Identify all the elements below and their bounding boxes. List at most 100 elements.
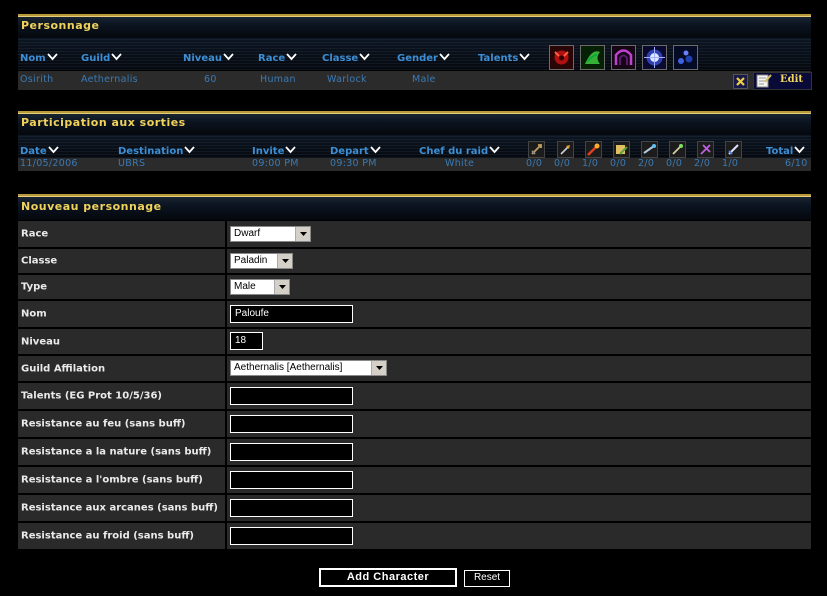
niveau-cell: 18 <box>227 329 811 354</box>
feu-input[interactable] <box>230 415 353 433</box>
talents-label-text: Talents (EG Prot 10/5/36) <box>21 390 162 402</box>
race-select[interactable]: Dwarf <box>230 226 311 242</box>
guild-select[interactable]: Aethernalis [Aethernalis] <box>230 360 387 376</box>
feu-label-text: Resistance au feu (sans buff) <box>21 418 186 430</box>
col-classe[interactable]: Classe <box>322 51 370 64</box>
sortie-depart: 09:30 PM <box>330 158 377 169</box>
personnage-title: Personnage <box>21 19 100 32</box>
sorties-row[interactable]: 11/05/2006 UBRS 09:00 PM 09:30 PM White … <box>18 158 811 171</box>
col-talents-label: Talents <box>478 53 519 64</box>
col-chef-label: Chef du raid <box>419 146 489 157</box>
nom-input[interactable]: Paloufe <box>230 305 353 323</box>
shadow-talent-icon[interactable] <box>673 45 698 70</box>
sortie-invite: 09:00 PM <box>252 158 299 169</box>
feu-row: Resistance au feu (sans buff) <box>18 411 811 437</box>
col-gender-label: Gender <box>397 53 438 64</box>
delete-button[interactable] <box>733 74 748 89</box>
type-select-value: Male <box>234 281 256 292</box>
arcanes-cell <box>227 495 811 521</box>
edit-button[interactable]: Edit <box>753 72 812 90</box>
chevron-down-icon <box>370 144 381 155</box>
chevron-down-icon <box>439 51 450 62</box>
chevron-down-icon <box>47 51 58 62</box>
col-race[interactable]: Race <box>258 51 297 64</box>
guild-label-text: Guild Affilation <box>21 363 106 374</box>
col-date-label: Date <box>20 146 47 157</box>
reset-label: Reset <box>473 572 501 583</box>
col-chef[interactable]: Chef du raid <box>419 144 500 157</box>
personnage-panel: Personnage Nom Guild Niveau Race Classe … <box>18 14 812 92</box>
niveau-input-value: 18 <box>235 335 247 346</box>
hunter-icon <box>613 141 630 158</box>
chevron-down-icon <box>184 144 195 155</box>
col-depart[interactable]: Depart <box>330 144 381 157</box>
dropdown-arrow-icon <box>274 280 289 294</box>
chevron-down-icon <box>519 51 530 62</box>
sorties-header: Participation aux sorties <box>18 111 811 135</box>
col-nom[interactable]: Nom <box>20 51 58 64</box>
demon-talent-icon[interactable] <box>549 45 574 70</box>
col-guild[interactable]: Guild <box>81 51 122 64</box>
demonology-talent-icon[interactable] <box>611 45 636 70</box>
nature-row: Resistance a la nature (sans buff) <box>18 439 811 465</box>
nature-cell <box>227 439 811 465</box>
ombre-input[interactable] <box>230 471 353 489</box>
affliction-talent-icon[interactable] <box>580 45 605 70</box>
sorties-panel: Participation aux sorties Date Destinati… <box>18 111 811 175</box>
froid-label-text: Resistance au froid (sans buff) <box>21 530 194 542</box>
col-invite[interactable]: Invite <box>252 144 296 157</box>
col-date[interactable]: Date <box>20 144 59 157</box>
froid-label: Resistance au froid (sans buff) <box>18 523 225 549</box>
sorties-title: Participation aux sorties <box>21 116 186 129</box>
count-mage: 1/0 <box>582 158 599 169</box>
row-race: Human <box>260 74 296 85</box>
dropdown-arrow-icon <box>371 361 386 375</box>
col-total[interactable]: Total <box>766 144 805 157</box>
dropdown-arrow-icon <box>277 254 292 268</box>
ombre-label-text: Resistance a l'ombre (sans buff) <box>21 474 203 486</box>
col-destination[interactable]: Destination <box>118 144 195 157</box>
count-druid: 0/0 <box>666 158 683 169</box>
edit-icon <box>756 74 772 88</box>
col-gender[interactable]: Gender <box>397 51 450 64</box>
nature-input[interactable] <box>230 443 353 461</box>
col-invite-label: Invite <box>252 146 285 157</box>
col-total-label: Total <box>766 146 794 157</box>
classe-select[interactable]: Paladin <box>230 253 293 269</box>
arcane-talent-icon[interactable] <box>642 45 667 70</box>
edit-label: Edit <box>780 74 804 85</box>
row-guild: Aethernalis <box>81 74 138 85</box>
talents-input[interactable] <box>230 387 353 405</box>
nature-label-text: Resistance a la nature (sans buff) <box>21 446 212 458</box>
add-character-button[interactable]: Add Character <box>319 568 457 587</box>
col-classe-label: Classe <box>322 53 359 64</box>
niveau-input[interactable]: 18 <box>230 332 263 350</box>
druid-icon <box>669 141 686 158</box>
type-cell: Male <box>227 275 811 299</box>
col-race-label: Race <box>258 53 286 64</box>
classe-label-text: Classe <box>21 255 58 267</box>
col-niveau-label: Niveau <box>183 53 222 64</box>
chevron-down-icon <box>489 144 500 155</box>
reset-button[interactable]: Reset <box>464 570 510 587</box>
row-nom[interactable]: Osirith <box>20 74 53 85</box>
race-label: Race <box>18 221 225 247</box>
paladin-icon <box>725 141 742 158</box>
chevron-down-icon <box>359 51 370 62</box>
race-select-value: Dwarf <box>234 228 261 239</box>
froid-input[interactable] <box>230 527 353 545</box>
col-talents[interactable]: Talents <box>478 51 530 64</box>
sortie-destination: UBRS <box>118 158 146 169</box>
col-niveau[interactable]: Niveau <box>183 51 234 64</box>
count-paladin: 1/0 <box>722 158 739 169</box>
talents-cell <box>227 383 811 409</box>
guild-cell: Aethernalis [Aethernalis] <box>227 356 811 381</box>
personnage-row[interactable]: Osirith Aethernalis 60 Human Warlock Mal… <box>18 71 812 90</box>
ombre-label: Resistance a l'ombre (sans buff) <box>18 467 225 493</box>
niveau-label: Niveau <box>18 329 225 354</box>
nom-input-value: Paloufe <box>235 308 269 319</box>
nom-label: Nom <box>18 301 225 327</box>
arcanes-input[interactable] <box>230 499 353 517</box>
chevron-down-icon <box>223 51 234 62</box>
type-select[interactable]: Male <box>230 279 290 295</box>
